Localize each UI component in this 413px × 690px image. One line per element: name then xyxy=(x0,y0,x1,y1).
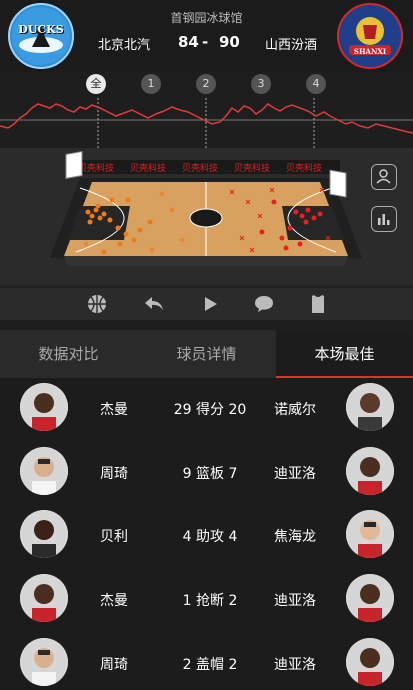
stat-comparison: 2 盖帽 2 xyxy=(160,654,260,674)
period-2-button[interactable]: 2 xyxy=(196,74,216,94)
left-player-name: 杰曼 xyxy=(100,593,128,609)
left-player-name: 杰曼 xyxy=(100,402,128,418)
period-3-button[interactable]: 3 xyxy=(251,74,271,94)
game-best-list: 杰曼 29 得分 20 诺威尔 周琦 9 篮板 7 迪亚洛 贝利 4 助攻 4 … xyxy=(0,378,413,690)
avatar xyxy=(20,447,68,495)
shot-chart-court: 贝壳科技 贝壳科技 贝壳科技 贝壳科技 贝壳科技 xyxy=(0,148,413,286)
court-graphic: 贝壳科技 贝壳科技 贝壳科技 贝壳科技 贝壳科技 xyxy=(50,150,362,266)
sponsor-board-text: 贝壳科技 xyxy=(286,162,322,174)
left-stat-value: 4 xyxy=(182,529,192,545)
right-player-name: 迪亚洛 xyxy=(274,593,316,609)
tab-game-best[interactable]: 本场最佳 xyxy=(276,330,413,378)
sponsor-board-text: 贝壳科技 xyxy=(234,162,270,174)
stat-label: 盖帽 xyxy=(196,657,224,673)
period-1-button[interactable]: 1 xyxy=(141,74,161,94)
sponsor-board-text: 贝壳科技 xyxy=(182,162,218,174)
right-player-name: 迪亚洛 xyxy=(274,657,316,673)
stat-label: 得分 xyxy=(196,402,224,418)
person-icon xyxy=(376,169,391,184)
sponsor-board-text: 贝壳科技 xyxy=(130,162,166,174)
right-player-name: 迪亚洛 xyxy=(274,466,316,482)
undo-icon[interactable] xyxy=(142,292,166,316)
right-player-name: 焦海龙 xyxy=(274,529,316,545)
player-view-button[interactable] xyxy=(371,164,397,190)
stat-comparison: 1 抢断 2 xyxy=(160,590,260,610)
stat-label: 抢断 xyxy=(196,593,224,609)
play-icon[interactable] xyxy=(198,292,222,316)
home-score: 84 xyxy=(178,33,199,51)
tab-data-comparison[interactable]: 数据对比 xyxy=(0,330,137,378)
right-stat-value: 7 xyxy=(228,466,238,482)
list-item[interactable]: 周琦 9 篮板 7 迪亚洛 xyxy=(0,440,413,502)
away-logo-text: SHANXI xyxy=(353,47,387,56)
avatar xyxy=(346,510,394,558)
score-flow-chart xyxy=(0,98,413,148)
playback-controls xyxy=(0,288,413,320)
stat-label: 篮板 xyxy=(196,466,224,482)
stats-view-button[interactable] xyxy=(371,206,397,232)
avatar xyxy=(20,638,68,686)
tab-player-details[interactable]: 球员详情 xyxy=(138,330,275,378)
avatar xyxy=(346,383,394,431)
right-player-name: 诺威尔 xyxy=(274,402,316,418)
list-item[interactable]: 杰曼 29 得分 20 诺威尔 xyxy=(0,378,413,440)
home-team-name: 北京北汽 xyxy=(98,38,151,53)
stat-comparison: 4 助攻 4 xyxy=(160,526,260,546)
game-header: DUCKS 首钢园冰球馆 北京北汽 84 - 90 山西汾酒 SHANXI xyxy=(0,0,413,72)
jersey-icon[interactable] xyxy=(306,292,330,316)
right-stat-value: 2 xyxy=(228,657,238,673)
score-separator: - xyxy=(202,33,209,51)
comment-icon[interactable] xyxy=(252,292,276,316)
right-stat-value: 20 xyxy=(228,402,247,418)
stat-comparison: 29 得分 20 xyxy=(160,399,260,419)
period-selector: 全 1 2 3 4 xyxy=(0,72,413,96)
bar-chart-icon xyxy=(378,214,390,225)
period-4-button[interactable]: 4 xyxy=(306,74,326,94)
left-player-name: 贝利 xyxy=(100,529,128,545)
stats-tabs: 数据对比 球员详情 本场最佳 xyxy=(0,330,413,378)
stat-comparison: 9 篮板 7 xyxy=(160,463,260,483)
list-item[interactable]: 贝利 4 助攻 4 焦海龙 xyxy=(0,502,413,564)
stat-label: 助攻 xyxy=(196,529,224,545)
shanxi-logo-icon xyxy=(341,7,399,65)
period-all-button[interactable]: 全 xyxy=(86,74,106,94)
left-stat-value: 2 xyxy=(182,657,192,673)
list-item[interactable]: 周琦 2 盖帽 2 迪亚洛 xyxy=(0,628,413,690)
avatar xyxy=(346,574,394,622)
left-player-name: 周琦 xyxy=(100,657,128,673)
away-team-name: 山西汾酒 xyxy=(265,38,318,53)
left-player-name: 周琦 xyxy=(100,466,128,482)
right-stat-value: 2 xyxy=(228,593,238,609)
list-item[interactable]: 杰曼 1 抢断 2 迪亚洛 xyxy=(0,564,413,626)
right-stat-value: 4 xyxy=(228,529,238,545)
avatar xyxy=(20,510,68,558)
avatar xyxy=(346,447,394,495)
left-stat-value: 9 xyxy=(182,466,192,482)
basketball-icon[interactable] xyxy=(85,292,109,316)
left-stat-value: 29 xyxy=(173,402,192,418)
avatar xyxy=(346,638,394,686)
away-score: 90 xyxy=(219,33,240,51)
avatar xyxy=(20,574,68,622)
left-stat-value: 1 xyxy=(182,593,192,609)
away-team-logo[interactable]: SHANXI xyxy=(337,3,403,69)
avatar xyxy=(20,383,68,431)
sponsor-board-text: 贝壳科技 xyxy=(78,162,114,174)
